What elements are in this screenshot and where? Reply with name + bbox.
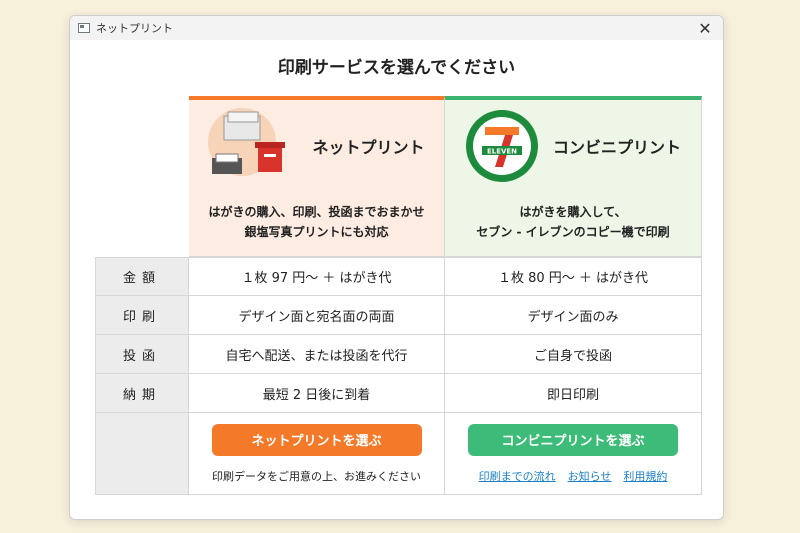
terms-link[interactable]: 利用規約 [623,468,667,484]
conveni-value: デザイン面のみ [445,296,702,335]
netprint-desc-line1: はがきの購入、印刷、投函までおまかせ [208,205,425,219]
title-bar: ネットプリント ✕ [70,16,723,40]
comparison-table: ネットプリント はがきの購入、印刷、投函までおまかせ 銀塩写真プリントにも対応 … [95,96,702,495]
row-label: 投函 [95,335,189,374]
seven-eleven-logo-text: ELEVEN [487,148,517,156]
netprint-name: ネットプリント [312,138,425,157]
table-row: 印刷 デザイン面と宛名面の両面 デザイン面のみ [95,296,702,335]
netprint-note: 印刷データをご用意の上、お進みください [212,469,421,483]
conveni-name: コンビニプリント [552,138,681,157]
netprint-value: １枚 97 円～ ＋ はがき代 [189,257,445,296]
page-title: 印刷サービスを選んでください [277,58,516,78]
netprint-logo-icon [208,108,286,176]
conveni-value: 即日印刷 [445,374,702,413]
news-link[interactable]: お知らせ [568,468,612,484]
select-netprint-button[interactable]: ネットプリントを選ぶ [211,423,422,456]
row-label: 印刷 [95,296,189,335]
window-title: ネットプリント [96,22,173,35]
seven-eleven-logo-icon: ELEVEN [465,110,538,182]
row-label: 金額 [95,257,189,296]
netprint-value: デザイン面と宛名面の両面 [189,296,445,335]
app-icon [78,23,90,33]
conveni-value: ご自身で投函 [445,335,702,374]
netprint-value: 自宅へ配送、または投函を代行 [189,335,445,374]
row-label: 納期 [95,374,189,413]
table-row: 納期 最短 2 日後に到着 即日印刷 [95,374,702,413]
select-conveni-button[interactable]: コンビニプリントを選ぶ [468,423,678,456]
netprint-header: ネットプリント はがきの購入、印刷、投函までおまかせ 銀塩写真プリントにも対応 [189,96,445,257]
table-row: 投函 自宅へ配送、または投函を代行 ご自身で投函 [95,335,702,374]
conveni-value: １枚 80 円～ ＋ はがき代 [445,257,702,296]
netprint-desc-line2: 銀塩写真プリントにも対応 [244,225,389,239]
table-row: 金額 １枚 97 円～ ＋ はがき代 １枚 80 円～ ＋ はがき代 [95,257,702,296]
conveni-header: ELEVEN コンビニプリント はがきを購入して、 セブン - イレブンのコピー… [445,96,702,257]
conveni-desc-line2: セブン - イレブンのコピー機で印刷 [476,225,670,239]
close-icon[interactable]: ✕ [695,19,715,38]
netprint-value: 最短 2 日後に到着 [189,374,445,413]
flow-link[interactable]: 印刷までの流れ [479,468,556,484]
conveni-footer: コンビニプリントを選ぶ 印刷までの流れ お知らせ 利用規約 [445,413,702,495]
netprint-footer: ネットプリントを選ぶ 印刷データをご用意の上、お進みください [189,413,445,495]
dialog-window: ネットプリント ✕ 印刷サービスを選んでください ネットプリント はがきの購入、… [69,15,724,520]
conveni-desc-line1: はがきを購入して、 [519,205,627,219]
